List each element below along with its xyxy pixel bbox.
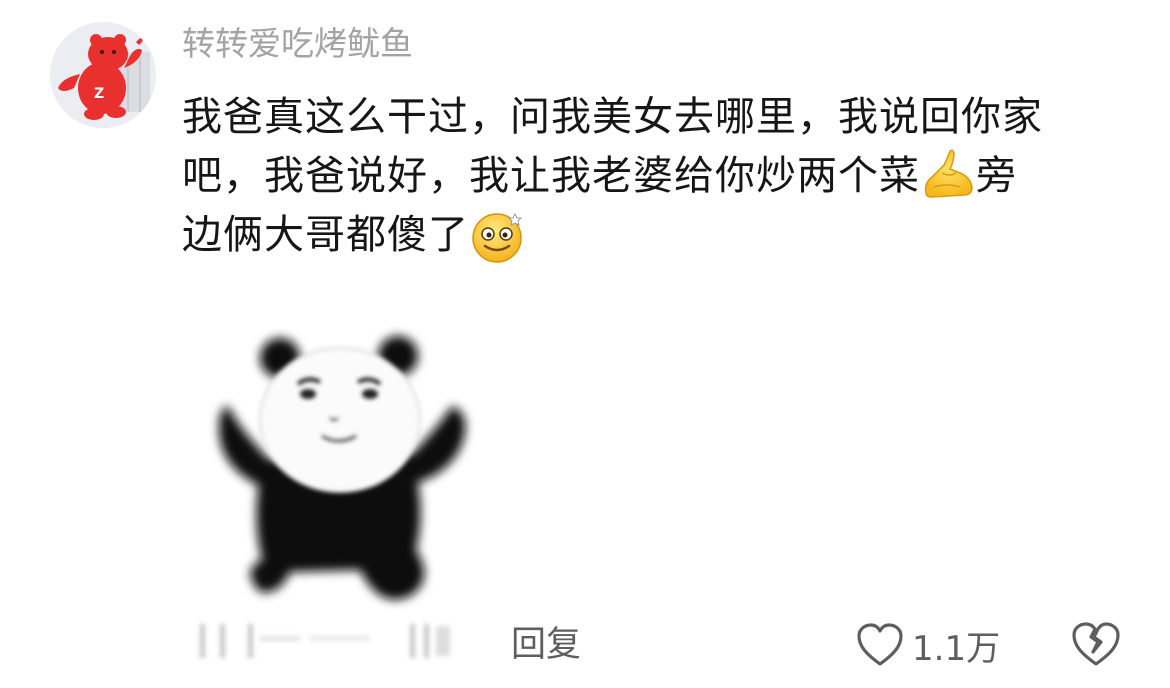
dislike-button[interactable]	[1070, 620, 1122, 670]
comment-text-segment-2: 旁	[976, 153, 1017, 199]
comment-text-segment-3: 边俩大哥都傻了	[182, 212, 469, 258]
heart-outline-icon	[857, 623, 903, 666]
comment-text-line-3: 边俩大哥都傻了	[182, 206, 1127, 265]
panda-meme-sticker[interactable]	[180, 310, 480, 630]
broken-heart-icon	[1072, 622, 1120, 666]
comment-item: Z 转转爱吃烤鱿鱼 我爸真这么干过，问我美女去哪里，我说回你家 吧，我爸说好，我…	[0, 0, 1170, 688]
svg-text:Z: Z	[94, 86, 104, 102]
like-button[interactable]: 1.1万	[856, 620, 1000, 670]
comment-text-segment: 吧，我爸说好，我让我老婆给你炒两个菜	[182, 153, 920, 199]
red-bear-avatar-icon: Z	[50, 22, 156, 128]
like-count: 1.1万	[912, 628, 1001, 669]
reply-button[interactable]: 回复	[511, 622, 581, 668]
comment-text: 我爸真这么干过，问我美女去哪里，我说回你家 吧，我爸说好，我让我老婆给你炒两个菜…	[182, 88, 1127, 265]
comment-text-line: 我爸真这么干过，问我美女去哪里，我说回你家	[182, 94, 1043, 140]
obscured-metadata	[190, 618, 470, 664]
username[interactable]: 转转爱吃烤鱿鱼	[182, 22, 413, 66]
avatar[interactable]: Z	[50, 22, 156, 128]
comment-text-line-2: 吧，我爸说好，我让我老婆给你炒两个菜 旁	[182, 147, 1127, 206]
dizzy-face-emoji	[469, 208, 525, 263]
ok-hand-emoji	[920, 147, 976, 199]
